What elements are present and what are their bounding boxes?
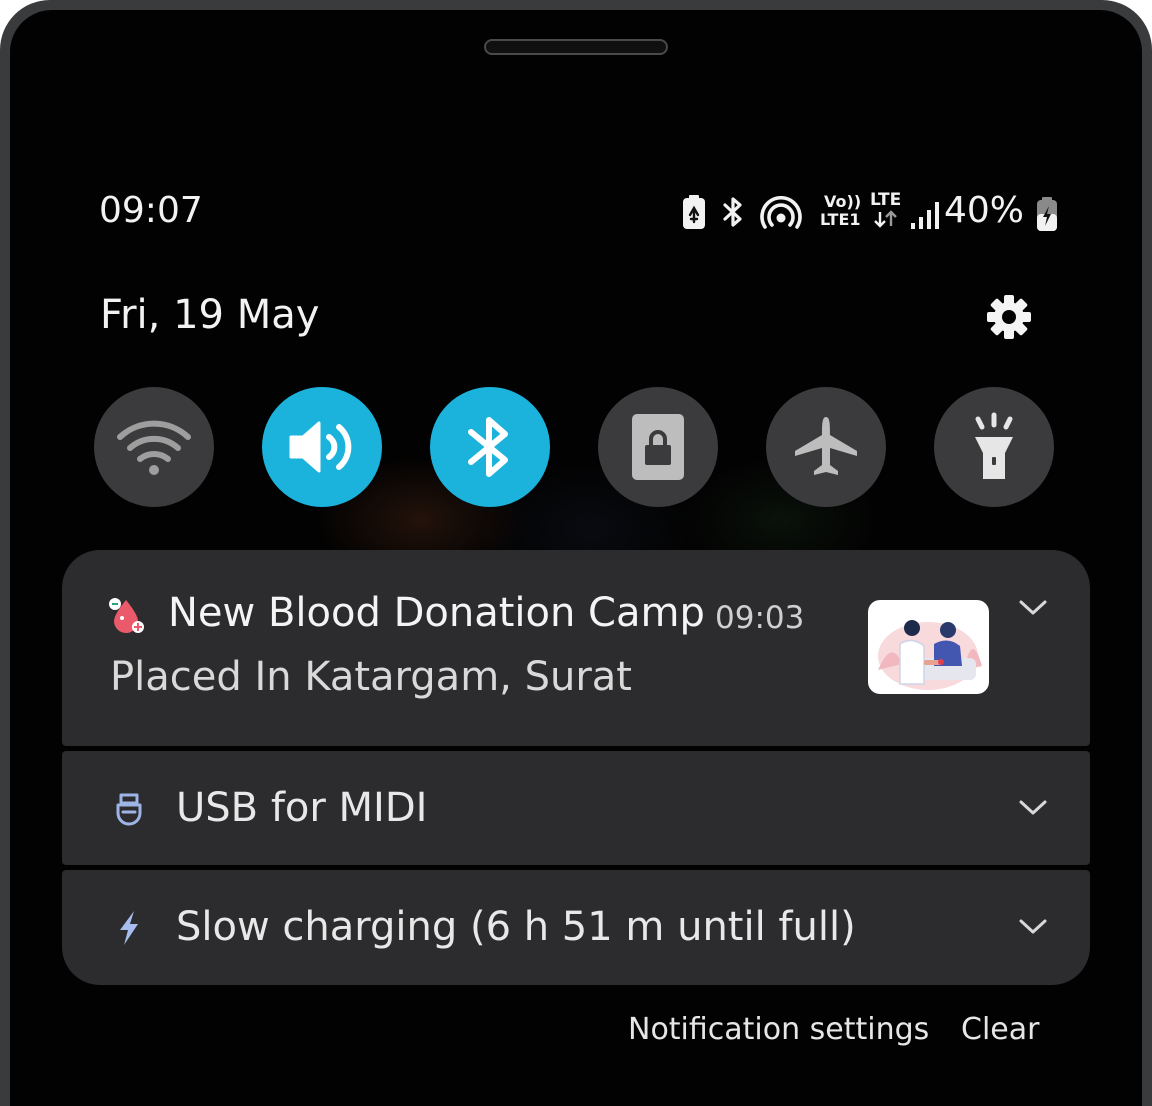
bluetooth-icon	[468, 417, 508, 477]
notification-title: Slow charging (6 h 51 m until full)	[176, 904, 856, 950]
notification-title: USB for MIDI	[176, 785, 428, 831]
volte-indicator: Vo)) LTE1	[820, 192, 864, 232]
notification-thumbnail	[868, 600, 989, 694]
wifi-toggle[interactable]	[94, 387, 214, 507]
notification-usb-midi[interactable]: USB for MIDI	[62, 751, 1090, 865]
chevron-down-icon[interactable]	[1018, 798, 1048, 818]
notification-text: Placed In Katargam, Surat	[110, 654, 632, 700]
data-arrows-icon	[874, 210, 897, 228]
usb-icon	[116, 793, 142, 826]
phone-frame: 09:07 Vo)) LTE1 LTE 40% Fri, 19 May New …	[0, 0, 1152, 1106]
bluetooth-toggle[interactable]	[430, 387, 550, 507]
battery-percentage: 40%	[944, 190, 1025, 231]
speaker-icon	[289, 421, 352, 473]
status-clock: 09:07	[99, 190, 203, 231]
blood-donation-illustration	[878, 620, 982, 690]
hotspot-icon	[760, 196, 802, 229]
lock-icon	[632, 414, 684, 480]
notification-blood-donation[interactable]: New Blood Donation Camp 09:03 Placed In …	[62, 550, 1090, 746]
chevron-down-icon[interactable]	[1018, 598, 1048, 618]
lightning-icon	[120, 911, 138, 945]
volte-label-top: Vo))	[824, 192, 862, 211]
notification-slow-charging[interactable]: Slow charging (6 h 51 m until full)	[62, 870, 1090, 985]
volte-label-bottom: LTE1	[820, 210, 861, 229]
bluetooth-status-icon	[723, 197, 742, 227]
airplane-icon	[795, 417, 857, 475]
blood-drop-icon	[109, 598, 144, 633]
signal-strength-icon	[911, 202, 939, 229]
airplane-mode-toggle[interactable]	[766, 387, 886, 507]
flashlight-icon	[975, 412, 1013, 479]
notification-settings-button[interactable]: Notification settings	[628, 1012, 929, 1047]
chevron-down-icon[interactable]	[1018, 917, 1048, 937]
earpiece-speaker	[484, 39, 668, 55]
wifi-icon	[117, 420, 191, 475]
clear-button[interactable]: Clear	[961, 1012, 1039, 1047]
network-type-label: LTE	[870, 190, 902, 210]
notification-title: New Blood Donation Camp	[168, 590, 705, 636]
notification-shade: 09:07 Vo)) LTE1 LTE 40% Fri, 19 May New …	[10, 10, 1142, 1106]
network-type-indicator: LTE	[870, 190, 904, 234]
sound-toggle[interactable]	[262, 387, 382, 507]
battery-charging-icon	[1037, 197, 1057, 231]
battery-saver-icon	[683, 195, 705, 229]
portrait-lock-toggle[interactable]	[598, 387, 718, 507]
date-label: Fri, 19 May	[100, 292, 320, 338]
gear-icon[interactable]	[984, 292, 1034, 342]
flashlight-toggle[interactable]	[934, 387, 1054, 507]
notification-time: 09:03	[715, 600, 805, 636]
